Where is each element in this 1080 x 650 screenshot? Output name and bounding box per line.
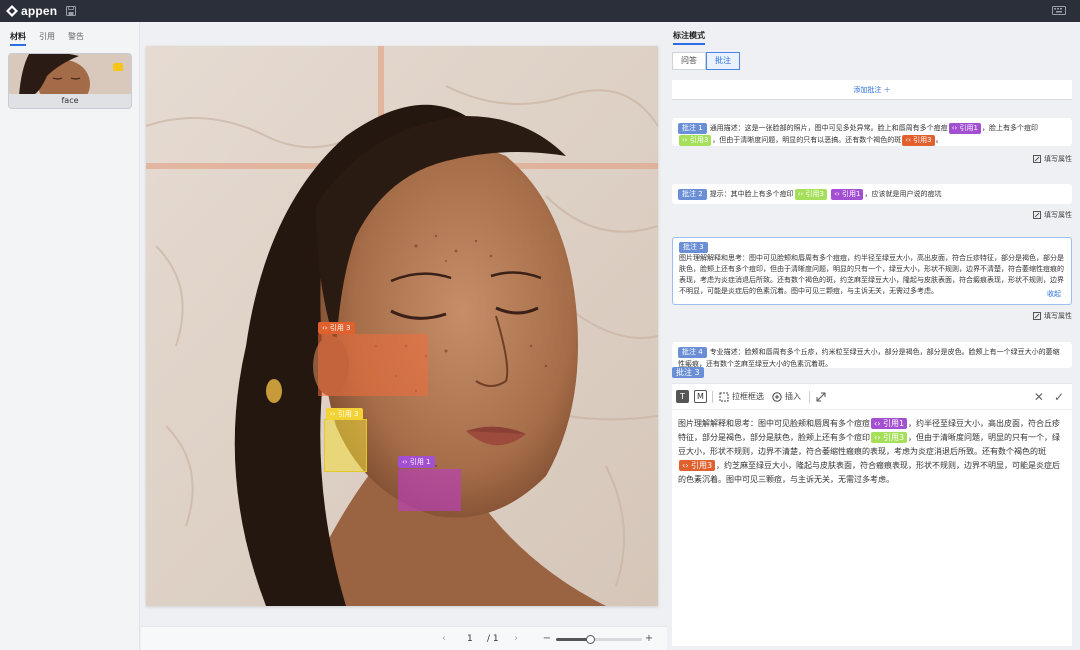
mode-tabs: 问答 批注	[672, 52, 740, 70]
top-bar: appen	[0, 0, 1080, 22]
materials-tabs: 材料 引用 警告	[0, 22, 139, 46]
note-card-4[interactable]: 批注 4 专业描述：脸颊和唇周有多个丘疹，约米粒至绿豆大小，部分是褐色，部分是皮色…	[672, 342, 1072, 368]
note-text: 。	[935, 136, 943, 144]
thumbnail-image	[9, 54, 131, 96]
note-editor: T M 拉框框选 插入 ✕ ✓ 图片理解解释和思考：图中可见脸颊和唇周有多个痘痘…	[672, 383, 1072, 646]
materials-panel: 材料 引用 警告 face	[0, 22, 140, 650]
note-card-1[interactable]: 批注 1 通用描述：这是一张脸部的照片，图中可见多处异常。脸上和唇周有多个痘痘 ‹›…	[672, 118, 1072, 146]
note-badge: 批注 3	[679, 242, 708, 253]
tab-materials[interactable]: 材料	[10, 31, 26, 46]
note-text: ，脸上有多个痘印	[981, 124, 1038, 132]
toolbar-divider	[809, 390, 810, 403]
edit-icon	[1033, 211, 1041, 219]
logo-text: appen	[21, 4, 58, 18]
prev-page-button[interactable]: ‹	[437, 633, 451, 644]
note-text: ，应该就是用户说的痘坑	[864, 190, 942, 198]
box-select-icon	[719, 392, 729, 401]
markdown-mode-button[interactable]: M	[694, 390, 707, 403]
reference-chip[interactable]: ‹› 引用3	[679, 460, 716, 471]
canvas-panel: ‹› 引用 3 ‹› 引用 3 ‹› 引用 1 ‹ 1 / 1 › − +	[141, 22, 667, 650]
insert-label: 插入	[785, 392, 801, 401]
fill-attributes-label: 填写属性	[1044, 211, 1072, 219]
tab-references[interactable]: 引用	[39, 31, 55, 46]
text-mode-button[interactable]: T	[676, 390, 689, 403]
page-number-input[interactable]: 1	[467, 634, 473, 644]
edit-icon	[1033, 155, 1041, 163]
tab-warnings[interactable]: 警告	[68, 31, 84, 46]
note-text: 图片理解解释和思考：图中可见脸颊和唇周有多个痘痘，约半径至绿豆大小，高出皮面，符…	[679, 254, 1064, 295]
note-badge: 批注 2	[678, 189, 707, 200]
collapse-link[interactable]: 收起	[1047, 289, 1061, 300]
tab-qa[interactable]: 问答	[672, 52, 706, 70]
insert-button[interactable]: 插入	[772, 391, 801, 402]
zoom-slider-fill	[556, 638, 591, 641]
annotation-tag[interactable]: ‹› 引用 3	[326, 408, 363, 420]
annotation-tag[interactable]: ‹› 引用 3	[318, 322, 355, 334]
annotation-mode-title: 标注模式	[673, 30, 705, 45]
thumbnail-label: face	[9, 94, 131, 108]
note-badge: 批注 4	[678, 347, 707, 358]
note-text: ，但由于清晰度问题，明显的只有以恶搞。还有数个褐色的斑	[712, 136, 902, 144]
confirm-icon[interactable]: ✓	[1054, 390, 1064, 404]
reference-chip[interactable]: ‹› 引用1	[831, 189, 864, 200]
editor-textarea[interactable]: 图片理解解释和思考：图中可见脸颊和唇周有多个痘痘 ‹› 引用1 ，约半径至绿豆大小，…	[678, 417, 1066, 487]
note-badge: 批注 1	[678, 123, 707, 134]
box-select-button[interactable]: 拉框框选	[719, 391, 764, 402]
annotation-box-ref3-jaw[interactable]	[324, 419, 367, 472]
add-note-button[interactable]: 添加批注 ＋	[672, 80, 1072, 100]
fill-attributes-button[interactable]: 填写属性	[1033, 210, 1072, 220]
appen-logo[interactable]: appen	[6, 4, 57, 18]
appen-logo-icon	[6, 5, 18, 17]
page-total: / 1	[487, 633, 499, 644]
reference-chip[interactable]: ‹› 引用1	[948, 123, 981, 134]
note-text: 通用描述：这是一张脸部的照片，图中可见多处异常。脸上和唇周有多个痘痘	[709, 124, 948, 132]
tab-notes[interactable]: 批注	[706, 52, 740, 70]
box-select-label: 拉框框选	[732, 392, 764, 401]
fill-attributes-label: 填写属性	[1044, 312, 1072, 320]
reference-chip[interactable]: ‹› 引用1	[871, 418, 908, 429]
fill-attributes-button[interactable]: 填写属性	[1033, 311, 1072, 321]
keyboard-icon[interactable]	[1052, 6, 1066, 15]
zoom-out-button[interactable]: −	[540, 633, 554, 644]
face-photo	[146, 46, 658, 606]
expand-icon[interactable]	[816, 392, 826, 402]
editor-toolbar: T M 拉框框选 插入 ✕ ✓	[672, 384, 1072, 410]
image-canvas[interactable]: ‹› 引用 3 ‹› 引用 3 ‹› 引用 1	[146, 46, 658, 606]
zoom-slider[interactable]	[556, 635, 642, 644]
toolbar-divider	[712, 390, 713, 403]
note-card-3[interactable]: 批注 3 图片理解解释和思考：图中可见脸颊和唇周有多个痘痘，约半径至绿豆大小，高…	[672, 237, 1072, 305]
reference-chip[interactable]: ‹› 引用3	[679, 135, 712, 146]
plus-circle-icon	[772, 391, 782, 402]
fill-attributes-label: 填写属性	[1044, 155, 1072, 163]
reference-chip[interactable]: ‹› 引用3	[902, 135, 935, 146]
edit-icon	[1033, 312, 1041, 320]
annotation-box-ref1-chin[interactable]	[398, 469, 461, 511]
note-card-2[interactable]: 批注 2 提示：其中脸上有多个痘印 ‹› 引用3 ‹› 引用1 ，应该就是用户说的痘坑	[672, 184, 1072, 204]
reference-chip[interactable]: ‹› 引用3	[871, 432, 908, 443]
annotation-box-ref3-cheek[interactable]	[318, 334, 428, 396]
fill-attributes-button[interactable]: 填写属性	[1033, 154, 1072, 164]
annotation-panel: 标注模式 问答 批注 添加批注 ＋ 批注 1 通用描述：这是一张脸部的照片，图中可…	[668, 22, 1080, 650]
material-thumbnail[interactable]: face	[8, 53, 132, 109]
reference-chip[interactable]: ‹› 引用3	[794, 189, 827, 200]
editor-text: 图片理解解释和思考：图中可见脸颊和唇周有多个痘痘	[678, 419, 870, 428]
zoom-slider-handle[interactable]	[586, 635, 596, 644]
next-page-button[interactable]: ›	[509, 633, 523, 644]
editor-actions: ✕ ✓	[1024, 390, 1064, 404]
editor-text: ，约芝麻至绿豆大小，隆起与皮肤表面，符合瘢痕表现，形状不规则，边界不明显，可能是…	[678, 461, 1061, 484]
zoom-in-button[interactable]: +	[642, 633, 656, 644]
pager-bar: ‹ 1 / 1 › − +	[141, 626, 667, 650]
save-icon[interactable]	[66, 6, 77, 16]
note-text: 提示：其中脸上有多个痘印	[709, 190, 794, 198]
annotation-tag[interactable]: ‹› 引用 1	[398, 456, 435, 468]
active-note-badge: 批注 3	[672, 367, 704, 378]
note-text: 专业描述：脸颊和唇周有多个丘疹，约米粒至绿豆大小，部分是褐色，部分是皮色。脸颊上…	[678, 348, 1060, 368]
close-icon[interactable]: ✕	[1034, 390, 1044, 404]
thumbnail-flag-icon	[113, 63, 123, 71]
